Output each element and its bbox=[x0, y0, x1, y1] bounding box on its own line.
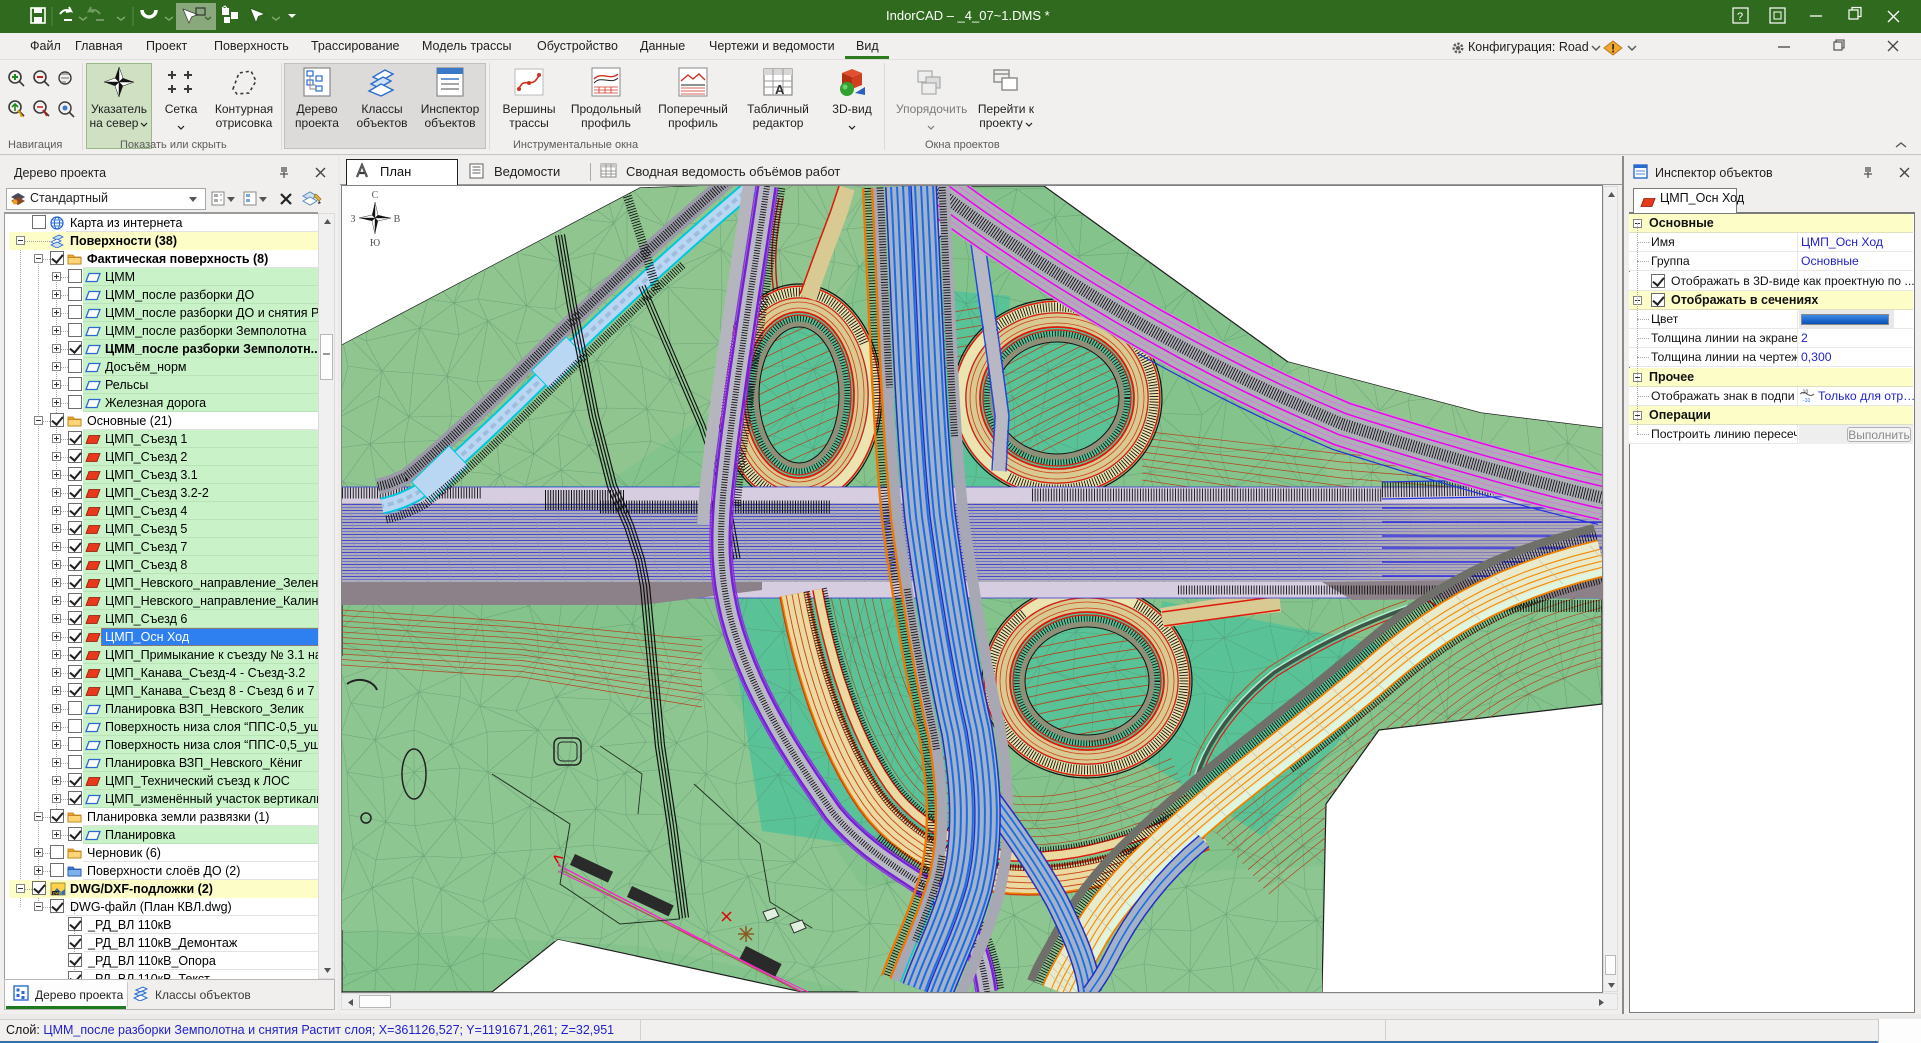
svg-text:?: ? bbox=[1737, 11, 1743, 23]
svg-text:DWG: DWG bbox=[53, 892, 62, 896]
svg-text:Ю: Ю bbox=[370, 238, 380, 249]
svg-text:-10: -10 bbox=[1801, 390, 1808, 396]
svg-text:С: С bbox=[372, 190, 379, 201]
svg-text:В: В bbox=[394, 214, 401, 225]
svg-text:З: З bbox=[350, 214, 355, 225]
svg-text:-10: -10 bbox=[1803, 398, 1810, 404]
svg-text:А: А bbox=[775, 82, 785, 97]
